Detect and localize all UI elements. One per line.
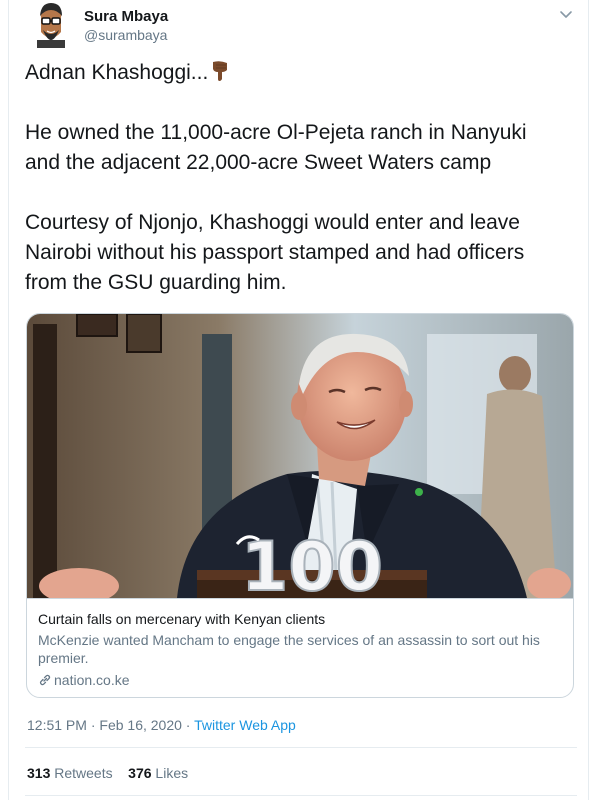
retweets-stat[interactable]: 313 Retweets: [27, 765, 113, 781]
card-photo[interactable]: 100: [27, 314, 573, 598]
retweets-count: 313: [27, 765, 51, 781]
card-meta[interactable]: Curtain falls on mercenary with Kenyan c…: [27, 598, 573, 697]
avatar[interactable]: [31, 2, 71, 48]
separator: ·: [86, 717, 100, 733]
link-icon: [39, 674, 51, 686]
card-description: McKenzie wanted Mancham to engage the se…: [38, 632, 540, 666]
pointing-down-emoji: [213, 61, 228, 81]
tweet-line: Adnan Khashoggi...: [25, 58, 580, 88]
cake-number: 100: [241, 528, 383, 598]
tweet-time[interactable]: 12:51 PM: [27, 717, 87, 733]
retweets-label: Retweets: [54, 765, 113, 781]
likes-label: Likes: [155, 765, 189, 781]
divider: [25, 795, 577, 796]
tweet-line: and the adjacent 22,000-acre Sweet Water…: [25, 151, 492, 174]
tweet-timestamp: 12:51 PM · Feb 16, 2020 · Twitter Web Ap…: [27, 717, 296, 733]
card-domain[interactable]: nation.co.ke: [38, 672, 130, 688]
right-border: [588, 0, 589, 800]
card-title[interactable]: Curtain falls on mercenary with Kenyan c…: [38, 611, 325, 627]
source-app-link[interactable]: Twitter Web App: [194, 717, 296, 733]
tweet-stats: 313 Retweets 376 Likes: [27, 765, 188, 781]
user-handle[interactable]: @surambaya: [84, 27, 167, 43]
likes-stat[interactable]: 376 Likes: [128, 765, 188, 781]
link-card[interactable]: 100 Curtain falls on mercenary with Keny…: [26, 313, 574, 698]
user-name[interactable]: Sura Mbaya: [84, 8, 168, 25]
divider: [25, 747, 577, 748]
tweet-date[interactable]: Feb 16, 2020: [99, 717, 182, 733]
tweet-line: Courtesy of Njonjo, Khashoggi would ente…: [25, 211, 520, 234]
separator: ·: [181, 717, 195, 733]
likes-count: 376: [128, 765, 152, 781]
left-border: [8, 0, 9, 800]
tweet-line: from the GSU guarding him.: [25, 271, 287, 294]
chevron-down-icon[interactable]: [558, 6, 574, 22]
tweet-line: He owned the 11,000-acre Ol-Pejeta ranch…: [25, 121, 527, 144]
tweet-line: Nairobi without his passport stamped and…: [25, 241, 525, 264]
tweet-text: Adnan Khashoggi... He owned the 11,000-a…: [25, 58, 580, 298]
